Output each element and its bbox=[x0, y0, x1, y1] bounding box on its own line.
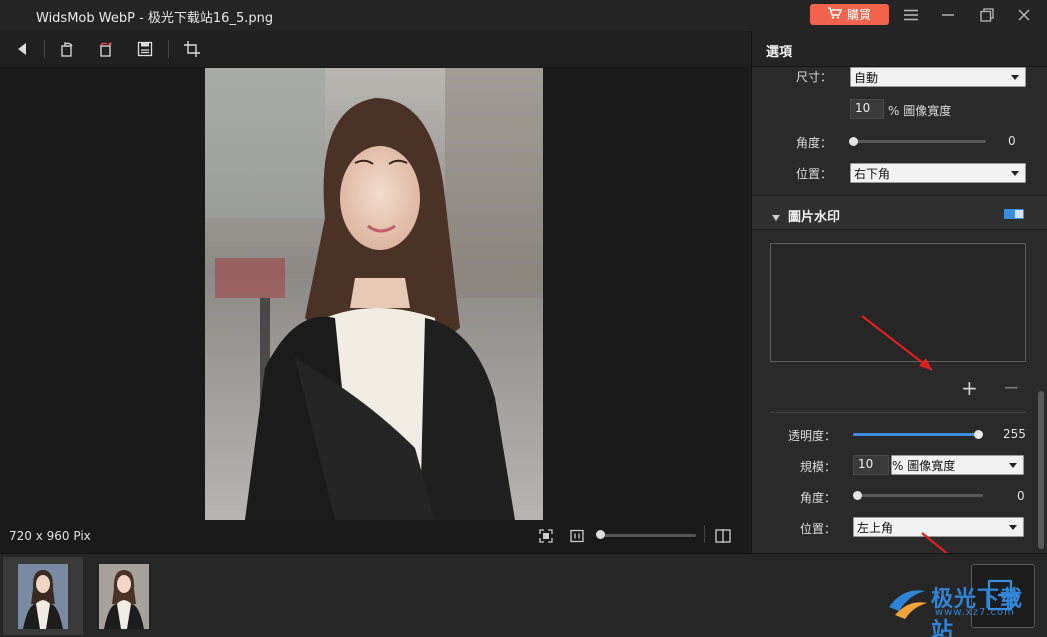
thumbnail-strip: 极光下载站 www.xz7.com bbox=[0, 553, 1047, 637]
buy-label: 購買 bbox=[846, 8, 871, 22]
chevron-down-icon bbox=[1011, 171, 1019, 176]
rotate-right-icon[interactable] bbox=[93, 37, 117, 61]
opacity-knob[interactable] bbox=[974, 430, 983, 439]
text-position-label: 位置： bbox=[795, 167, 832, 181]
opacity-value: 255 bbox=[1003, 427, 1026, 441]
image-angle-value: 0 bbox=[1017, 489, 1025, 503]
size-label: 尺寸： bbox=[795, 70, 832, 84]
watermark-toggle[interactable] bbox=[1004, 208, 1024, 222]
chevron-down-icon bbox=[1009, 463, 1017, 468]
size-percent-input[interactable]: 10 bbox=[850, 99, 884, 119]
chevron-down-icon bbox=[1009, 525, 1017, 530]
site-logo: 极光下载站 www.xz7.com bbox=[885, 581, 1045, 637]
text-angle-value: 0 bbox=[1008, 134, 1016, 148]
image-position-dropdown[interactable]: 左上角 bbox=[853, 517, 1024, 537]
text-angle-label: 角度： bbox=[795, 136, 832, 150]
add-watermark-button[interactable]: + bbox=[961, 376, 978, 400]
minimize-icon[interactable] bbox=[936, 4, 960, 26]
zoom-slider[interactable] bbox=[600, 534, 696, 537]
buy-button[interactable]: 購買 bbox=[810, 4, 889, 25]
size-percent-value: 10 bbox=[855, 101, 871, 115]
collapse-arrow-icon[interactable] bbox=[772, 210, 780, 224]
panel-scrollbar[interactable] bbox=[1038, 391, 1044, 549]
scale-input[interactable]: 10 bbox=[853, 455, 889, 475]
scale-unit-dropdown[interactable]: % 圖像寬度 bbox=[891, 455, 1024, 475]
remove-watermark-button[interactable]: − bbox=[1003, 375, 1020, 399]
options-title: 選項 bbox=[766, 45, 793, 60]
opacity-slider-fill bbox=[853, 433, 979, 436]
image-position-value: 左上角 bbox=[857, 521, 894, 535]
save-icon[interactable] bbox=[133, 37, 157, 61]
options-header: 選項 bbox=[752, 31, 1047, 67]
preview-canvas: xz7com 720 x 960 Pix bbox=[0, 67, 750, 586]
scale-label: 規模： bbox=[799, 460, 836, 474]
canvas-divider bbox=[704, 525, 705, 543]
size-percent-unit: % 圖像寬度 bbox=[888, 104, 952, 118]
text-angle-slider[interactable] bbox=[852, 140, 986, 143]
logo-url: www.xz7.com bbox=[935, 607, 1015, 618]
preview-photo bbox=[205, 68, 543, 520]
rotate-left-icon[interactable] bbox=[55, 37, 79, 61]
opacity-label: 透明度： bbox=[787, 429, 836, 443]
image-dimensions: 720 x 960 Pix bbox=[9, 529, 91, 543]
aurora-logo-icon bbox=[889, 590, 927, 619]
menu-icon[interactable] bbox=[899, 4, 923, 26]
text-position-dropdown[interactable]: 右下角 bbox=[850, 163, 1026, 183]
size-dropdown[interactable]: 自動 bbox=[850, 67, 1026, 87]
text-position-value: 右下角 bbox=[854, 167, 891, 181]
cart-icon bbox=[827, 7, 843, 22]
close-icon[interactable] bbox=[1012, 4, 1036, 26]
image-angle-slider[interactable] bbox=[857, 494, 983, 497]
restore-icon[interactable] bbox=[975, 4, 999, 26]
title-bar: WidsMob WebP - 极光下载站16_5.png 購買 bbox=[0, 0, 1047, 31]
size-value: 自動 bbox=[854, 71, 879, 85]
image-position-label: 位置： bbox=[799, 522, 836, 536]
scale-value: 10 bbox=[858, 457, 874, 471]
chevron-down-icon bbox=[1011, 75, 1019, 80]
fit-screen-icon[interactable] bbox=[537, 527, 555, 545]
image-angle-knob[interactable] bbox=[853, 491, 862, 500]
image-angle-label: 角度： bbox=[799, 491, 836, 505]
image-watermark-header[interactable]: 圖片水印 bbox=[752, 195, 1047, 230]
toolbar-divider bbox=[168, 40, 169, 58]
scale-unit-value: % 圖像寬度 bbox=[892, 459, 956, 473]
toolbar bbox=[0, 31, 750, 67]
watermark-image-list[interactable] bbox=[770, 243, 1026, 362]
thumbnail-2[interactable] bbox=[84, 557, 164, 635]
crop-icon[interactable] bbox=[180, 37, 204, 61]
back-icon[interactable] bbox=[10, 37, 34, 61]
actual-size-icon[interactable] bbox=[568, 527, 586, 545]
text-angle-knob[interactable] bbox=[849, 137, 858, 146]
options-panel: 選項 尺寸： 自動 10 % 圖像寬度 角度： 0 位置： 右下角 圖片水印 +… bbox=[751, 31, 1047, 553]
zoom-slider-knob[interactable] bbox=[596, 530, 605, 539]
thumbnail-1[interactable] bbox=[3, 557, 83, 635]
image-watermark-title: 圖片水印 bbox=[788, 210, 841, 225]
compare-icon[interactable] bbox=[714, 527, 732, 545]
toolbar-divider bbox=[44, 40, 45, 58]
window-title: WidsMob WebP - 极光下载站16_5.png bbox=[36, 11, 274, 26]
section-divider bbox=[770, 412, 1026, 413]
